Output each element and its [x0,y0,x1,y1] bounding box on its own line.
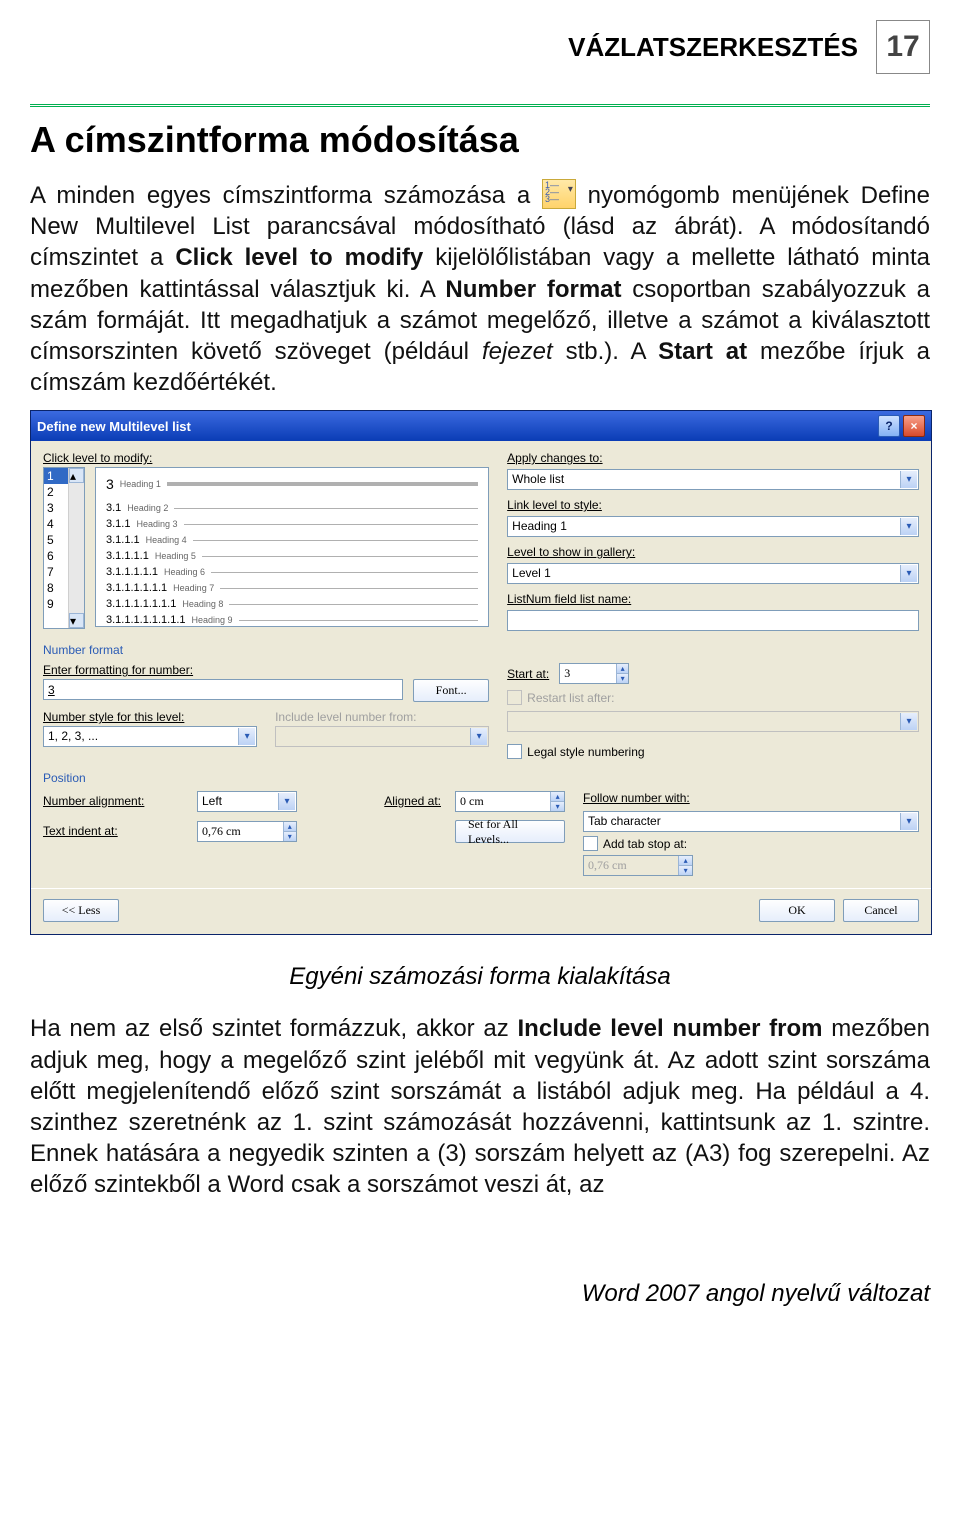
link-level-label: Link level to style: [507,498,919,512]
click-level-label: Click level to modify: [43,451,489,465]
figure-caption: Egyéni számozási forma kialakítása [30,963,930,991]
header-title: VÁZLATSZERKESZTÉS [568,32,858,63]
apply-changes-label: Apply changes to: [507,451,919,465]
text-indent-label: Text indent at: [43,824,183,838]
page-number: 17 [876,20,930,74]
less-button[interactable]: << Less [43,899,119,922]
chevron-down-icon: ▾ [470,728,487,745]
startat-input[interactable] [560,664,616,683]
close-icon[interactable]: × [903,415,925,437]
follow-number-label: Follow number with: [583,791,919,805]
apply-changes-select[interactable]: Whole list▾ [507,469,919,490]
legal-style-checkbox[interactable]: Legal style numbering [507,744,919,759]
spin-up-icon: ▴ [679,856,692,866]
text-indent-input[interactable] [198,822,283,841]
multilevel-list-icon [542,179,576,209]
scroll-up-icon[interactable]: ▴ [69,468,84,483]
enter-formatting-label: Enter formatting for number: [43,663,489,677]
startat-spinner[interactable]: ▴▾ [559,663,629,684]
include-level-select: ▾ [275,726,489,747]
number-style-label: Number style for this level: [43,710,257,724]
level-preview[interactable]: 3Heading 1 3.1Heading 2 3.1.1Heading 3 3… [95,467,489,627]
listnum-field[interactable] [507,610,919,631]
define-multilevel-dialog: Define new Multilevel list ? × Click lev… [30,410,932,935]
level-show-label: Level to show in gallery: [507,545,919,559]
dialog-titlebar[interactable]: Define new Multilevel list ? × [31,411,931,441]
spin-down-icon: ▾ [679,866,692,875]
spin-down-icon[interactable]: ▾ [284,832,296,841]
paragraph-1: A minden egyes címszintforma számozása a… [30,179,930,398]
dialog-title: Define new Multilevel list [37,419,191,434]
number-style-select[interactable]: 1, 2, 3, ...▾ [43,726,257,747]
font-button[interactable]: Font... [413,679,489,702]
spin-down-icon[interactable]: ▾ [617,674,628,683]
chevron-down-icon: ▾ [278,793,295,810]
number-alignment-label: Number alignment: [43,794,183,808]
set-all-levels-button[interactable]: Set for All Levels... [455,820,565,843]
include-level-label: Include level number from: [275,710,489,724]
listnum-label: ListNum field list name: [507,592,919,606]
level-listbox[interactable]: 1 2 3 4 5 6 7 8 9 ▴ [43,467,85,629]
scroll-down-icon[interactable]: ▾ [69,613,84,628]
number-alignment-select[interactable]: Left▾ [197,791,297,812]
spin-up-icon[interactable]: ▴ [617,664,628,674]
chevron-down-icon: ▾ [900,518,917,535]
aligned-at-input[interactable] [456,792,550,811]
chevron-down-icon: ▾ [238,728,255,745]
restart-select: ▾ [507,711,919,732]
enter-formatting-field[interactable] [43,679,403,700]
spin-up-icon[interactable]: ▴ [284,822,296,832]
chevron-down-icon: ▾ [900,813,917,830]
level-show-select[interactable]: Level 1▾ [507,563,919,584]
follow-number-select[interactable]: Tab character▾ [583,811,919,832]
chevron-down-icon: ▾ [900,471,917,488]
position-section: Position [43,771,919,785]
cancel-button[interactable]: Cancel [843,899,919,922]
header-rule [30,104,930,107]
add-tab-checkbox[interactable]: Add tab stop at: [583,836,919,851]
text-indent-spinner[interactable]: ▴▾ [197,821,297,842]
spin-up-icon[interactable]: ▴ [551,792,564,802]
listbox-scrollbar[interactable]: ▴ ▾ [68,468,84,628]
main-heading: A címszintforma módosítása [30,119,930,161]
help-icon[interactable]: ? [878,415,900,437]
add-tab-input [584,856,678,875]
add-tab-spinner: ▴▾ [583,855,693,876]
ok-button[interactable]: OK [759,899,835,922]
footer-text: Word 2007 angol nyelvű változat [30,1280,930,1308]
chevron-down-icon: ▾ [900,713,917,730]
startat-label: Start at: [507,667,549,681]
aligned-at-spinner[interactable]: ▴▾ [455,791,565,812]
restart-checkbox: Restart list after: [507,690,919,705]
chevron-down-icon: ▾ [900,565,917,582]
spin-down-icon[interactable]: ▾ [551,802,564,811]
link-level-select[interactable]: Heading 1▾ [507,516,919,537]
aligned-at-label: Aligned at: [311,794,441,808]
paragraph-2: Ha nem az első szintet formázzuk, akkor … [30,1013,930,1200]
number-format-section: Number format [43,643,919,657]
